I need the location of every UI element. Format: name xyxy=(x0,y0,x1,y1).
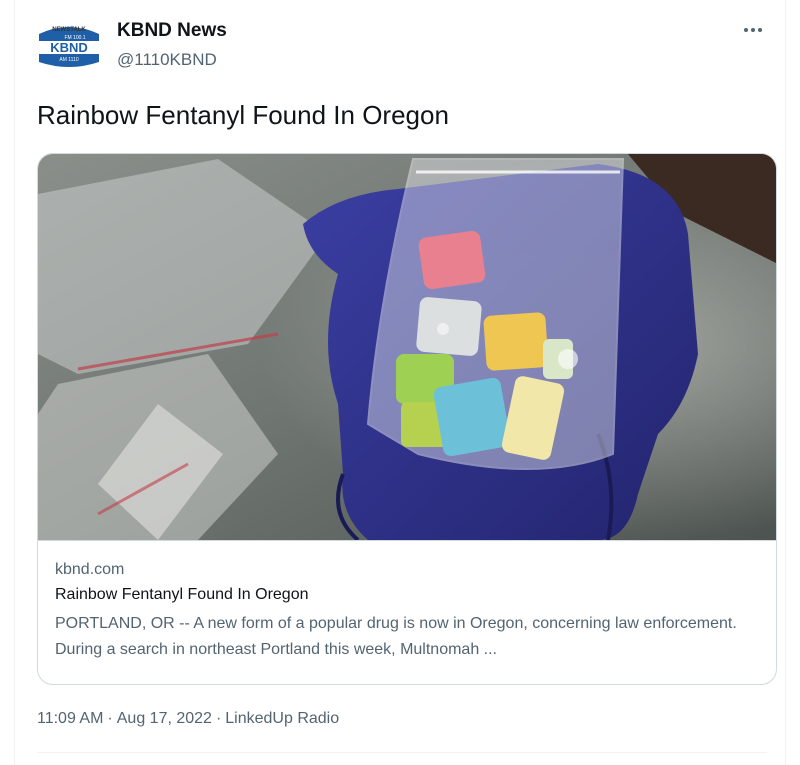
card-description: PORTLAND, OR -- A new form of a popular … xyxy=(55,615,737,658)
tweet-time[interactable]: 11:09 AM xyxy=(37,710,103,727)
more-horizontal-icon xyxy=(744,28,762,32)
card-image[interactable] xyxy=(38,154,776,542)
author-name[interactable]: KBND News xyxy=(117,20,227,42)
link-card[interactable]: kbnd.com Rainbow Fentanyl Found In Orego… xyxy=(37,153,777,685)
avatar-line-1: NEWSTALK xyxy=(52,27,86,33)
avatar[interactable]: NEWSTALK FM 100.1 KBND AM 1110 xyxy=(35,22,103,70)
meta-separator: · xyxy=(107,710,113,727)
tweet-source[interactable]: LinkedUp Radio xyxy=(225,710,339,727)
divider xyxy=(37,752,767,753)
tweet-meta: 11:09 AM · Aug 17, 2022 · LinkedUp Radio xyxy=(37,710,339,728)
meta-separator: · xyxy=(215,710,222,727)
avatar-line-3: KBND xyxy=(50,40,88,55)
tweet: NEWSTALK FM 100.1 KBND AM 1110 KBND News… xyxy=(14,0,786,765)
avatar-line-4: AM 1110 xyxy=(59,57,78,63)
card-title: Rainbow Fentanyl Found In Oregon xyxy=(55,586,309,603)
card-info[interactable]: kbnd.com Rainbow Fentanyl Found In Orego… xyxy=(38,540,776,684)
tweet-header: NEWSTALK FM 100.1 KBND AM 1110 KBND News… xyxy=(35,14,767,74)
card-domain: kbnd.com xyxy=(55,561,125,578)
more-button[interactable] xyxy=(739,20,767,40)
tweet-date[interactable]: Aug 17, 2022 xyxy=(117,710,212,727)
author-handle[interactable]: @1110KBND xyxy=(117,50,217,70)
tweet-text: Rainbow Fentanyl Found In Oregon xyxy=(37,100,449,130)
